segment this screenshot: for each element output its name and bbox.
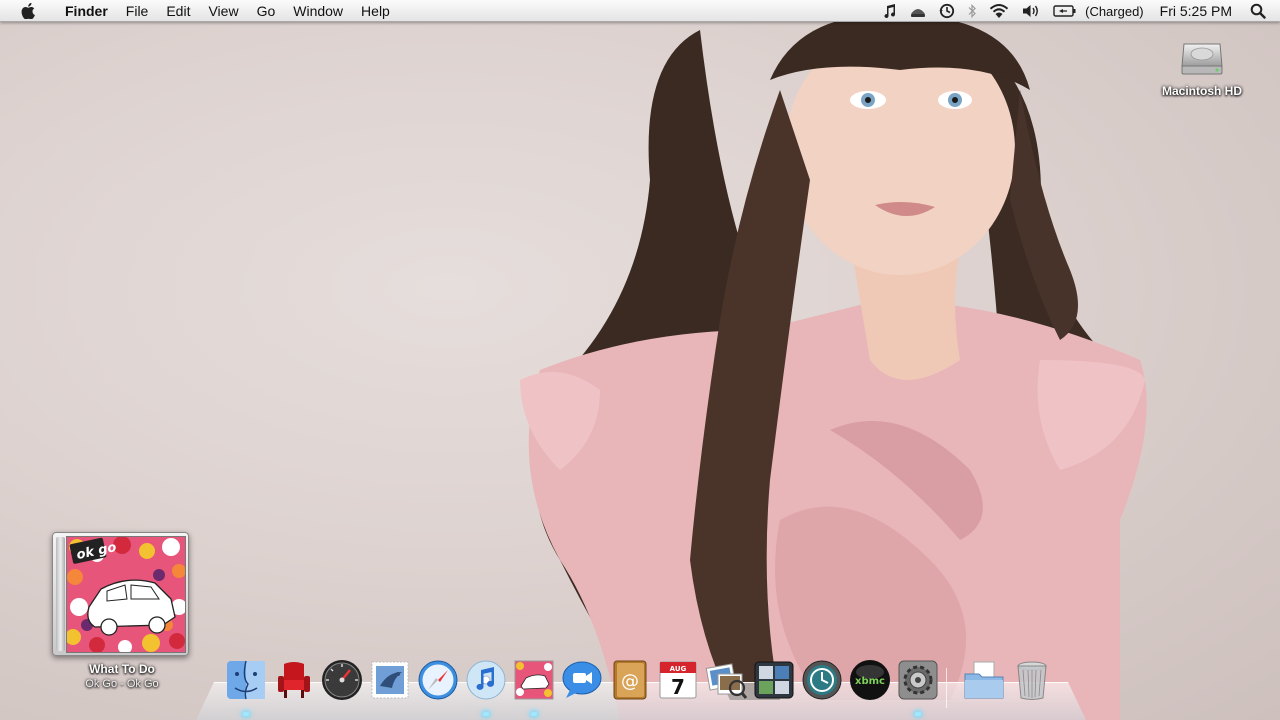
dock-address-book[interactable]: @	[606, 658, 654, 708]
spaces-grid-icon	[754, 661, 794, 699]
menu-file[interactable]: File	[117, 0, 158, 22]
wallpaper-portrait-image	[520, 14, 1147, 720]
dock-dashboard[interactable]	[318, 658, 366, 708]
system-preferences-gear-icon	[898, 660, 938, 700]
mail-stamp-icon	[371, 661, 409, 699]
dashboard-gauge-icon	[322, 660, 362, 700]
itunes-music-note-icon[interactable]	[877, 0, 903, 22]
dock-spaces[interactable]	[750, 658, 798, 708]
safari-compass-icon	[418, 660, 458, 700]
dock-safari[interactable]	[414, 658, 462, 708]
dock: @ AUG 7 xbmc	[222, 658, 1056, 716]
time-machine-dock-icon	[802, 660, 842, 700]
dock-separator	[946, 668, 956, 708]
dock-finder[interactable]	[222, 658, 270, 716]
apple-menu[interactable]	[0, 0, 56, 22]
dock-xbmc[interactable]: xbmc	[846, 658, 894, 708]
xbmc-logo-text: xbmc	[855, 676, 885, 687]
dock-front-row[interactable]	[270, 658, 318, 708]
finder-icon	[227, 660, 265, 700]
album-cover-icon	[514, 660, 554, 700]
battery-icon[interactable]	[1047, 0, 1083, 22]
spotlight-search-icon[interactable]	[1246, 0, 1280, 22]
itunes-icon	[466, 660, 506, 700]
menu-window[interactable]: Window	[284, 0, 352, 22]
dock-system-preferences[interactable]	[894, 658, 942, 716]
xbmc-icon: xbmc	[850, 660, 890, 700]
menu-edit[interactable]: Edit	[157, 0, 199, 22]
itunes-running-indicator	[483, 712, 489, 716]
menu-view[interactable]: View	[199, 0, 247, 22]
apple-logo-icon	[21, 2, 35, 19]
address-book-icon: @	[613, 660, 647, 700]
album-art-image: ok go	[66, 536, 186, 653]
volume-icon[interactable]	[1015, 0, 1047, 22]
dock-trash[interactable]	[1008, 658, 1056, 708]
time-machine-icon[interactable]	[933, 0, 961, 22]
album-art-frame[interactable]: ok go	[52, 532, 189, 656]
dock-preview[interactable]	[702, 658, 750, 708]
dock-ical[interactable]: AUG 7	[654, 658, 702, 708]
battery-status-text[interactable]: (Charged)	[1083, 4, 1152, 19]
ical-calendar-icon: AUG 7	[659, 661, 697, 699]
menu-help[interactable]: Help	[352, 0, 399, 22]
now-playing-title: What To Do	[89, 662, 155, 676]
macintosh-hd-label: Macintosh HD	[1161, 84, 1242, 98]
dock-documents-stack[interactable]	[960, 658, 1008, 708]
finder-running-indicator	[243, 712, 249, 716]
desktop-wallpaper	[0, 0, 1280, 720]
trash-can-icon	[1017, 661, 1047, 700]
macintosh-hd-desktop-icon[interactable]: Macintosh HD	[1152, 30, 1252, 98]
front-row-chair-icon	[278, 662, 310, 698]
now-playing-widget[interactable]: ok go What To Do Ok Go - Ok Go	[52, 532, 190, 690]
dock-album-art[interactable]	[510, 658, 558, 716]
menu-go[interactable]: Go	[248, 0, 285, 22]
ical-month-text: AUG	[670, 665, 687, 673]
eject-disc-icon[interactable]	[903, 0, 933, 22]
system-preferences-running-indicator	[915, 712, 921, 716]
documents-folder-icon	[964, 661, 1004, 699]
dock-itunes[interactable]	[462, 658, 510, 716]
dock-time-machine[interactable]	[798, 658, 846, 708]
album-art-running-indicator	[531, 712, 537, 716]
menu-clock[interactable]: Fri 5:25 PM	[1152, 3, 1246, 19]
dock-mail[interactable]	[366, 658, 414, 708]
ical-day-text: 7	[671, 675, 685, 699]
svg-text:@: @	[621, 671, 639, 692]
menu-bar: Finder File Edit View Go Window Help (Ch…	[0, 0, 1280, 22]
preview-photos-icon	[705, 663, 748, 699]
ichat-bubble-icon	[562, 661, 602, 698]
hard-drive-icon	[1181, 43, 1223, 75]
jewel-case-spine	[56, 537, 65, 651]
bluetooth-icon[interactable]	[961, 0, 983, 22]
menu-extras: (Charged) Fri 5:25 PM	[877, 0, 1280, 22]
wifi-icon[interactable]	[983, 0, 1015, 22]
now-playing-artist: Ok Go - Ok Go	[85, 678, 159, 690]
menu-app-finder[interactable]: Finder	[56, 0, 117, 22]
dock-ichat[interactable]	[558, 658, 606, 708]
